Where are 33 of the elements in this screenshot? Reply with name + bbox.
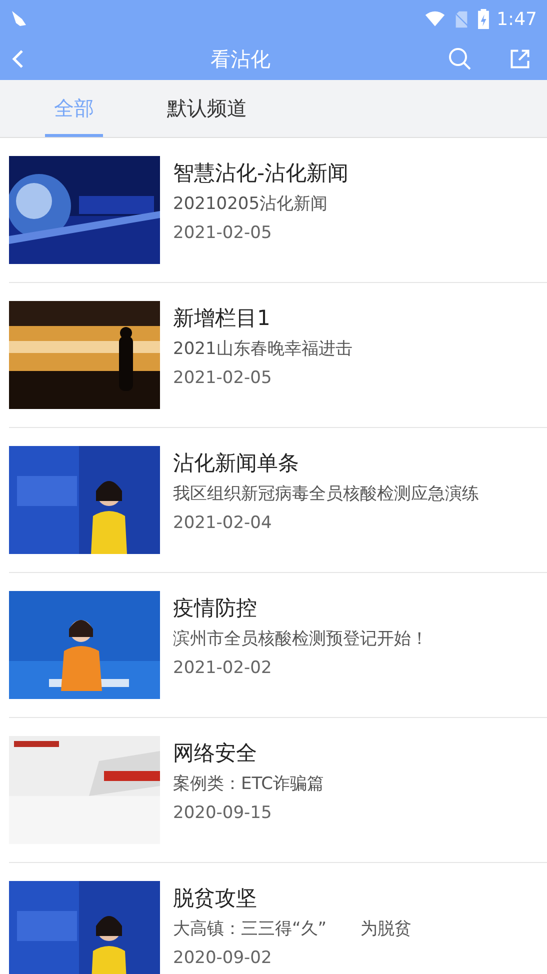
share-icon (509, 48, 531, 70)
news-title: 新增栏目1 (173, 305, 272, 332)
news-title: 沾化新闻单条 (173, 450, 300, 477)
page-title: 看沾化 (210, 46, 270, 73)
news-subtitle: 大高镇：三三得“久” 为脱贫 (173, 918, 412, 941)
news-title: 智慧沾化-沾化新闻 (173, 160, 349, 187)
news-subtitle: 20210205沾化新闻 (173, 193, 329, 216)
news-title: 网络安全 (173, 740, 258, 767)
battery-icon (478, 9, 489, 29)
news-subtitle: 案例类：ETC诈骗篇 (173, 773, 324, 796)
news-date: 2020-09-02 (173, 947, 273, 970)
news-item[interactable]: 沾化新闻单条 我区组织新冠病毒全员核酸检测应急演练 2021-02-04 (9, 428, 547, 573)
no-sim-icon (454, 10, 468, 28)
news-subtitle: 滨州市全员核酸检测预登记开始！ (173, 628, 428, 651)
news-title: 疫情防控 (173, 595, 258, 622)
news-subtitle: 2021山东春晚幸福进击 (173, 338, 352, 361)
news-date: 2021-02-04 (173, 512, 273, 535)
news-date: 2021-02-02 (173, 657, 273, 680)
news-date: 2021-02-05 (173, 367, 273, 390)
news-title: 脱贫攻坚 (173, 885, 258, 912)
news-item[interactable]: 疫情防控 滨州市全员核酸检测预登记开始！ 2021-02-02 (9, 573, 547, 718)
wifi-icon (424, 11, 445, 27)
status-time: 1:47 (496, 8, 537, 32)
search-icon (448, 47, 472, 71)
news-item[interactable]: 新增栏目1 2021山东春晚幸福进击 2021-02-05 (9, 283, 547, 428)
news-item[interactable]: 智慧沾化-沾化新闻 20210205沾化新闻 2021-02-05 (9, 138, 547, 283)
back-icon (12, 49, 24, 69)
news-item[interactable]: 脱贫攻坚 大高镇：三三得“久” 为脱贫 2020-09-02 (9, 863, 547, 974)
news-item[interactable]: 网络安全 案例类：ETC诈骗篇 2020-09-15 (9, 718, 547, 863)
channel-tab[interactable]: 默认频道 (158, 80, 256, 137)
news-date: 2021-02-05 (173, 222, 273, 245)
news-subtitle: 我区组织新冠病毒全员核酸检测应急演练 (173, 483, 479, 506)
news-date: 2020-09-15 (173, 802, 273, 825)
